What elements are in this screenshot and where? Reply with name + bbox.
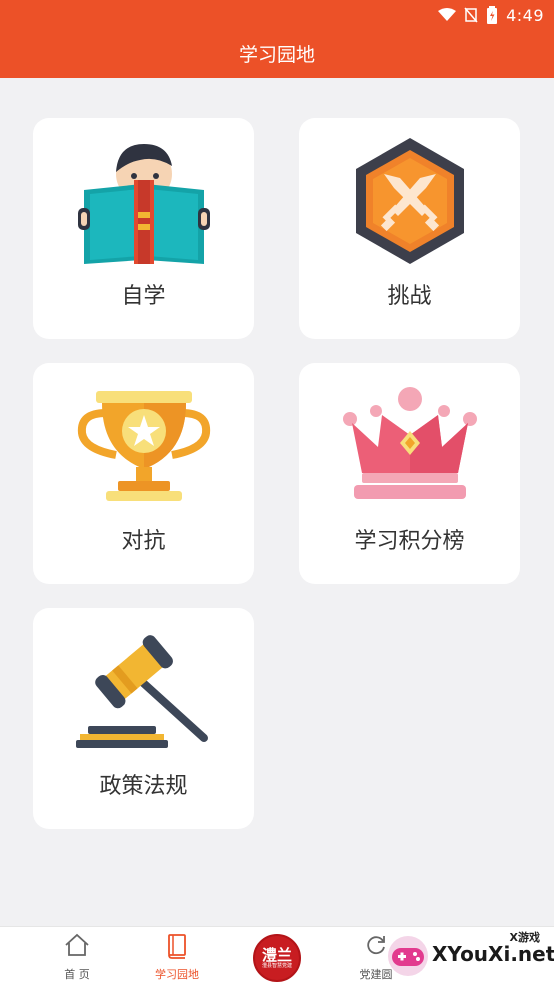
crossed-swords-icon <box>355 138 464 264</box>
card-label: 对抗 <box>121 529 166 554</box>
trophy-icon <box>77 391 210 501</box>
watermark-text: XYouXi.net <box>432 942 554 966</box>
battery-icon <box>487 6 498 24</box>
card-self-study[interactable]: 自学 <box>33 118 254 339</box>
card-versus[interactable]: 对抗 <box>33 363 254 584</box>
app-header: 4:49 学习园地 <box>0 0 554 78</box>
status-time: 4:49 <box>506 5 544 25</box>
card-policy[interactable]: 政策法规 <box>33 608 254 829</box>
wifi-icon <box>438 8 457 21</box>
page-title: 学习园地 <box>238 44 315 66</box>
tab-study-garden[interactable]: 学习园地 <box>127 927 227 986</box>
tab-label: 首 页 <box>64 968 90 981</box>
tab-label: 学习园地 <box>155 968 199 981</box>
center-logo-button[interactable]: 澧兰 澧县智慧党建 <box>253 934 301 982</box>
card-label: 学习积分榜 <box>354 529 465 554</box>
no-signal-icon <box>464 7 478 23</box>
gavel-icon <box>75 635 208 748</box>
book-icon <box>168 934 186 959</box>
card-challenge[interactable]: 挑战 <box>299 118 520 339</box>
status-bar: 4:49 <box>438 4 544 26</box>
card-label: 挑战 <box>387 284 432 309</box>
crown-icon <box>342 387 477 499</box>
center-logo-title: 澧兰 <box>261 945 292 964</box>
center-logo-subtitle: 澧县智慧党建 <box>261 962 292 969</box>
card-leaderboard[interactable]: 学习积分榜 <box>299 363 520 584</box>
tab-home[interactable]: 首 页 <box>27 927 127 986</box>
home-icon <box>65 933 89 956</box>
card-label: 自学 <box>121 284 166 309</box>
reading-book-icon <box>77 144 210 264</box>
card-label: 政策法规 <box>99 774 188 799</box>
gamepad-icon <box>388 936 428 976</box>
watermark-logo: X游戏 XYouXi.net <box>382 924 554 986</box>
